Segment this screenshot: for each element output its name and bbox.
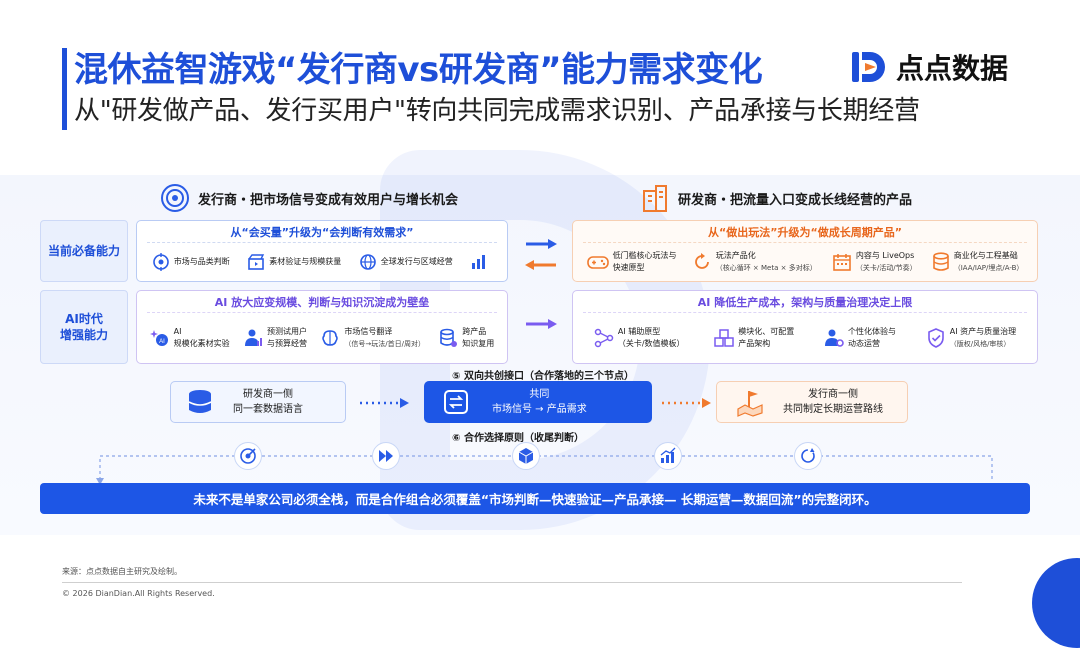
database-icon (932, 252, 949, 271)
database-icon (188, 390, 212, 413)
exchange-icon (444, 390, 468, 414)
person-gear-icon (825, 329, 844, 347)
dotted-arrow-icon (360, 398, 409, 408)
ai-sparkle-icon: AI (149, 330, 168, 346)
svg-text:AI: AI (159, 339, 165, 345)
interface-label: ⑤ 双向共创接口（合作落地的三个节点） (452, 371, 634, 382)
conclusion-banner: 未来不是单家公司必须全栈，而是合作组合必须覆盖“市场判断—快速验证—产品承接— … (40, 483, 1030, 514)
cycle-icon (694, 253, 709, 269)
capability-item (470, 253, 492, 271)
capability-item: 全球发行与区域经营 (359, 253, 453, 271)
dotted-arrow-icon (662, 398, 711, 408)
capability-item: 低门槛核心玩法与 快速原型 (586, 250, 677, 273)
developer-side-node: 研发商一侧 同一套数据语言 (170, 381, 346, 423)
capability-item: 跨产品 知识复用 (438, 326, 494, 349)
globe-icon (359, 254, 376, 270)
cubes-icon (714, 329, 735, 347)
flow-step (794, 442, 822, 470)
arrow-left-icon (525, 260, 556, 270)
clapper-icon (248, 254, 265, 270)
capability-item: 商业化与工程基础 （IAA/IAP/埋点/A-B） (932, 250, 1023, 273)
publisher-ai-panel: AI 放大应变规模、判断与知识沉淀成为壁垒 AI AI 规模化素材实验 预测试用户… (136, 290, 508, 364)
flow-step (654, 442, 682, 470)
capability-item: 素材验证与规模获量 (247, 253, 341, 271)
flow-step (372, 442, 400, 470)
shield-check-icon (927, 328, 944, 348)
capability-item: AI 资产与质量治理 （版权/风格/审核） (926, 326, 1016, 349)
publisher-current-panel: 从“会买量”升级为“会判断有效需求” 市场与品类判断 素材验证与规模获量 全球发… (136, 220, 508, 282)
flow-step (512, 442, 540, 470)
capability-item: 玩法产品化 （核心循环 × Meta × 多对标） (692, 250, 817, 273)
target-icon (161, 184, 189, 212)
database-stack-icon (440, 328, 458, 347)
developer-current-panel: 从“做出玩法”升级为“做成长周期产品” 低门槛核心玩法与 快速原型 玩法产品化 （核… (572, 220, 1038, 282)
logo-text: 点点数据 (896, 52, 1009, 85)
flag-map-icon (737, 391, 763, 417)
capability-item: AI AI 规模化素材实验 (149, 326, 230, 349)
arrow-right-icon (526, 239, 557, 249)
developer-header: 研发商・把流量入口变成长线经营的产品 (640, 183, 912, 213)
nodes-icon (594, 328, 614, 348)
brain-icon (322, 330, 339, 346)
flow-step (234, 442, 262, 470)
gamepad-icon (586, 256, 609, 269)
capability-item: 预测试用户 与预算经营 (243, 326, 307, 349)
calendar-icon (833, 254, 851, 271)
page-subtitle: 从"研发做产品、发行买用户"转向共同完成需求识别、产品承接与长期经营 (74, 96, 920, 126)
source-note: 来源：点点数据自主研究及绘制。 (62, 567, 182, 576)
publisher-side-node: 发行商一侧 共同制定长期运营路线 (716, 381, 908, 423)
capability-item: 市场信号翻译 （信号→玩法/首日/周对） (320, 326, 425, 349)
cube-icon (518, 448, 534, 464)
target-icon (152, 253, 169, 271)
developer-ai-panel: AI 降低生产成本，架构与质量治理决定上限 AI 辅助原型 （关卡/数值模板） 模… (572, 290, 1038, 364)
logo: 点点数据 (850, 44, 1040, 90)
shared-center-node: 共同 市场信号 → 产品需求 (424, 381, 652, 423)
capability-item: 模块化、可配置 产品架构 (714, 326, 794, 349)
bar-chart-icon (472, 255, 486, 269)
capability-item: AI 辅助原型 （关卡/数值模板） (594, 326, 685, 349)
capability-item: 内容与 LiveOps （关卡/活动/节奏） (832, 250, 917, 273)
growth-chart-icon (660, 447, 676, 463)
panel-title: 从“做出玩法”升级为“做成长周期产品” (708, 226, 902, 239)
developer-header-text: 研发商・把流量入口变成长线经营的产品 (678, 192, 913, 208)
title-accent-bar (62, 48, 67, 130)
arrow-right-ai-icon (526, 319, 557, 329)
footer-divider (62, 582, 962, 583)
row-label-ai: AI时代 增强能力 (40, 290, 128, 364)
capability-item: 市场与品类判断 (152, 253, 230, 271)
loop-icon (801, 448, 815, 463)
person-chart-icon (245, 329, 263, 346)
flow-loop-line (96, 455, 993, 485)
copyright: © 2026 DianDian.All Rights Reserved. (62, 589, 215, 598)
panel-title: AI 降低生产成本，架构与质量治理决定上限 (697, 296, 913, 309)
building-icon (643, 185, 667, 212)
panel-title: AI 放大应变规模、判断与知识沉淀成为壁垒 (214, 296, 430, 309)
capability-item: 个性化体验与 动态运营 (824, 326, 896, 349)
row-label-current: 当前必备能力 (40, 220, 128, 282)
panel-title: 从“会买量”升级为“会判断有效需求” (230, 226, 414, 239)
publisher-header: 发行商・把市场信号变成有效用户与增长机会 (160, 183, 458, 213)
corner-decoration (1032, 558, 1080, 648)
fast-forward-icon (379, 450, 393, 462)
page-title: 混休益智游戏“发行商vs研发商”能力需求变化 (74, 50, 763, 90)
logo-mark-icon (852, 52, 885, 82)
publisher-header-text: 发行商・把市场信号变成有效用户与增长机会 (198, 192, 459, 208)
target-arrow-icon (240, 448, 256, 464)
